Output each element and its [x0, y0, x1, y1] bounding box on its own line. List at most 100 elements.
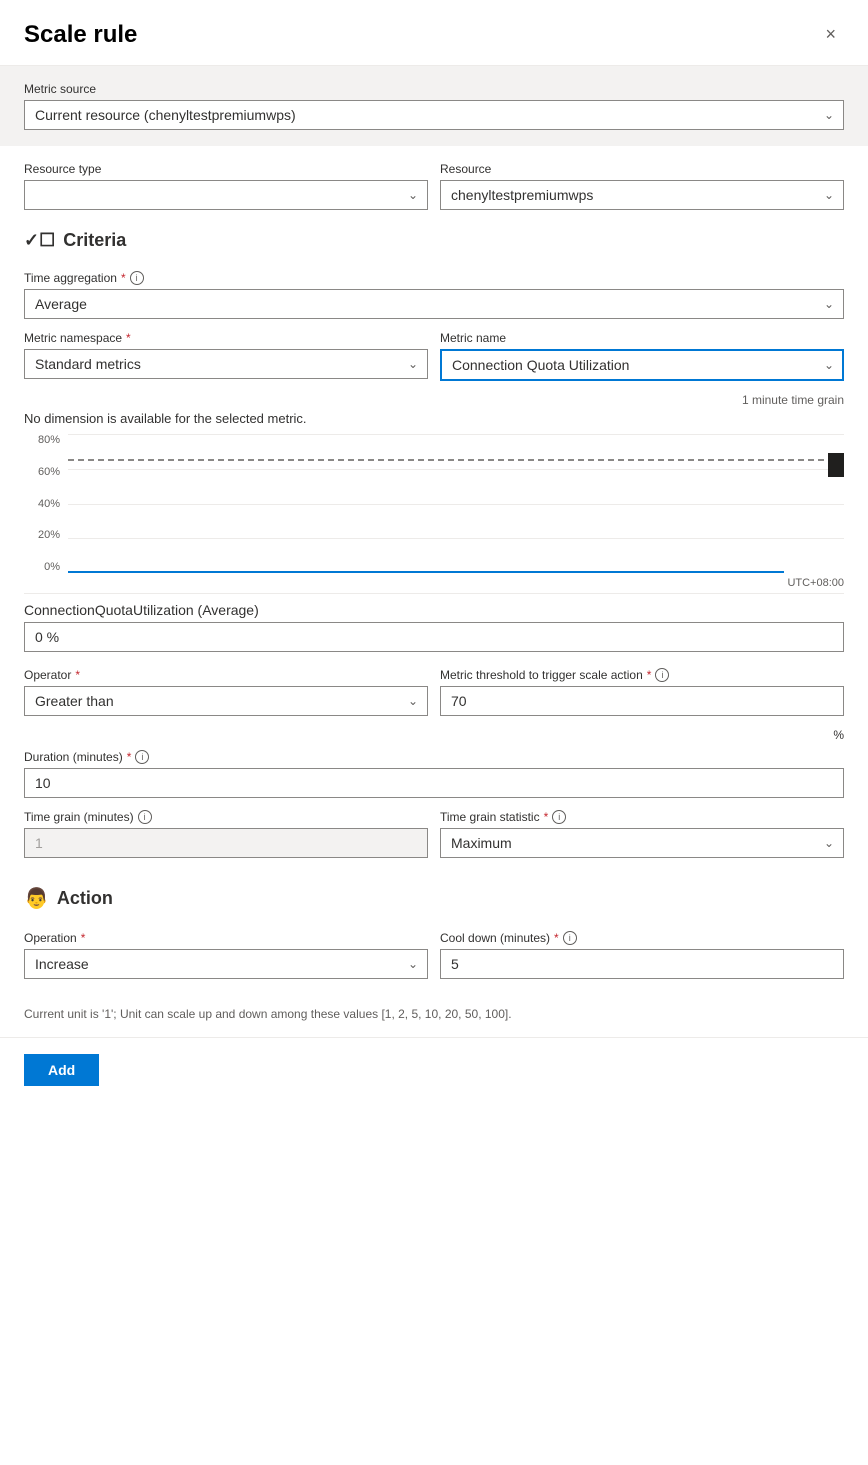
time-grain-statistic-wrapper: Average Minimum Maximum Sum ⌄	[440, 828, 844, 858]
metric-name-wrapper: Connection Quota Utilization ⌄	[440, 349, 844, 381]
resource-type-select[interactable]	[24, 180, 428, 210]
operator-label: Operator *	[24, 668, 428, 682]
operation-field: Operation * Increase Decrease ⌄	[24, 931, 428, 979]
panel-header: Scale rule ×	[0, 0, 868, 66]
criteria-title-text: Criteria	[63, 230, 126, 251]
threshold-field: Metric threshold to trigger scale action…	[440, 668, 844, 716]
action-info-text: Current unit is '1'; Unit can scale up a…	[0, 999, 868, 1037]
time-aggregation-wrapper: Average Minimum Maximum Sum Count Last ⌄	[24, 289, 844, 319]
metric-namespace-select[interactable]: Standard metrics	[24, 349, 428, 379]
time-grain-minutes-input	[24, 828, 428, 858]
time-grain-minutes-label: Time grain (minutes) i	[24, 810, 428, 824]
footer: Add	[0, 1038, 868, 1102]
resource-select[interactable]: chenyltestpremiumwps	[440, 180, 844, 210]
chart-data-line	[68, 571, 784, 573]
close-button[interactable]: ×	[817, 20, 844, 49]
chart-area	[68, 434, 844, 573]
operator-wrapper: Greater than Greater than or equal to Le…	[24, 686, 428, 716]
metric-namespace-label: Metric namespace *	[24, 331, 428, 345]
resource-row: Resource type ⌄ Resource chenyltestpremi…	[24, 162, 844, 210]
time-grain-statistic-required: *	[544, 810, 549, 824]
time-grain-statistic-info-icon[interactable]: i	[552, 810, 566, 824]
scale-rule-panel: Scale rule × Metric source Current resou…	[0, 0, 868, 1182]
cooldown-input[interactable]	[440, 949, 844, 979]
time-aggregation-info-icon[interactable]: i	[130, 271, 144, 285]
operation-cooldown-row: Operation * Increase Decrease ⌄ Cool dow…	[24, 931, 844, 979]
chart-label-60: 60%	[24, 466, 60, 478]
cooldown-label: Cool down (minutes) * i	[440, 931, 844, 945]
operator-field: Operator * Greater than Greater than or …	[24, 668, 428, 716]
metric-source-label: Metric source	[24, 82, 844, 96]
resource-field: Resource chenyltestpremiumwps ⌄	[440, 162, 844, 210]
resource-type-wrapper: ⌄	[24, 180, 428, 210]
cooldown-field: Cool down (minutes) * i	[440, 931, 844, 979]
chart-gridline-20	[68, 538, 844, 539]
threshold-info-icon[interactable]: i	[655, 668, 669, 682]
time-aggregation-select[interactable]: Average Minimum Maximum Sum Count Last	[24, 289, 844, 319]
resource-wrapper: chenyltestpremiumwps ⌄	[440, 180, 844, 210]
time-aggregation-label: Time aggregation * i	[24, 271, 844, 285]
cooldown-required: *	[554, 931, 559, 945]
chart-gridline-40	[68, 504, 844, 505]
action-section-title: 👨 Action	[0, 870, 868, 919]
metric-namespace-field: Metric namespace * Standard metrics ⌄	[24, 331, 428, 381]
duration-info-icon[interactable]: i	[135, 750, 149, 764]
resource-type-label: Resource type	[24, 162, 428, 176]
metric-name-field: Metric name Connection Quota Utilization…	[440, 331, 844, 381]
threshold-input[interactable]	[440, 686, 844, 716]
cooldown-info-icon[interactable]: i	[563, 931, 577, 945]
operation-wrapper: Increase Decrease ⌄	[24, 949, 428, 979]
chart-dashed-threshold-line	[68, 459, 844, 461]
action-icon: 👨	[24, 886, 49, 911]
metric-display-value[interactable]: 0 %	[24, 622, 844, 652]
chart-label-20: 20%	[24, 529, 60, 541]
metric-namespace-name-row: Metric namespace * Standard metrics ⌄ Me…	[24, 331, 844, 381]
chart-black-bar	[828, 453, 844, 477]
operation-label: Operation *	[24, 931, 428, 945]
metric-source-select[interactable]: Current resource (chenyltestpremiumwps)	[24, 100, 844, 130]
time-grain-note: 1 minute time grain	[24, 393, 844, 407]
operator-select[interactable]: Greater than Greater than or equal to Le…	[24, 686, 428, 716]
chart-gridline-80	[68, 434, 844, 435]
time-aggregation-field: Time aggregation * i Average Minimum Max…	[24, 271, 844, 319]
metric-display-label: ConnectionQuotaUtilization (Average)	[24, 602, 844, 618]
panel-title: Scale rule	[24, 21, 137, 49]
duration-input[interactable]	[24, 768, 844, 798]
operator-threshold-row: Operator * Greater than Greater than or …	[24, 668, 844, 716]
no-dimension-message: No dimension is available for the select…	[24, 411, 844, 426]
chart-utc-label: UTC+08:00	[787, 577, 844, 589]
metric-source-wrapper: Current resource (chenyltestpremiumwps) …	[24, 100, 844, 130]
time-grain-statistic-label: Time grain statistic * i	[440, 810, 844, 824]
chart-label-80: 80%	[24, 434, 60, 446]
metric-namespace-required: *	[126, 331, 131, 345]
resource-section: Resource type ⌄ Resource chenyltestpremi…	[0, 146, 868, 858]
duration-field: Duration (minutes) * i	[24, 750, 844, 798]
metric-name-select[interactable]: Connection Quota Utilization	[440, 349, 844, 381]
threshold-label: Metric threshold to trigger scale action…	[440, 668, 844, 682]
threshold-required: *	[647, 668, 652, 682]
threshold-unit: %	[24, 728, 844, 742]
time-grain-minutes-field: Time grain (minutes) i	[24, 810, 428, 858]
duration-label: Duration (minutes) * i	[24, 750, 844, 764]
time-grain-statistic-field: Time grain statistic * i Average Minimum…	[440, 810, 844, 858]
time-grain-minutes-info-icon[interactable]: i	[138, 810, 152, 824]
time-grain-row: Time grain (minutes) i Time grain statis…	[24, 810, 844, 858]
action-title-text: Action	[57, 888, 113, 909]
chart-gridline-60	[68, 469, 844, 470]
resource-type-field: Resource type ⌄	[24, 162, 428, 210]
time-aggregation-required: *	[121, 271, 126, 285]
metric-name-label: Metric name	[440, 331, 844, 345]
criteria-section-title: ✓☐ Criteria	[24, 222, 844, 259]
action-section: Operation * Increase Decrease ⌄ Cool dow…	[0, 931, 868, 999]
add-button[interactable]: Add	[24, 1054, 99, 1086]
metric-namespace-wrapper: Standard metrics ⌄	[24, 349, 428, 379]
resource-label: Resource	[440, 162, 844, 176]
metric-source-section: Metric source Current resource (chenylte…	[0, 66, 868, 146]
time-grain-statistic-select[interactable]: Average Minimum Maximum Sum	[440, 828, 844, 858]
chart-label-40: 40%	[24, 498, 60, 510]
chart-label-0: 0%	[24, 561, 60, 573]
operation-required: *	[81, 931, 86, 945]
operation-select[interactable]: Increase Decrease	[24, 949, 428, 979]
metric-chart: 80% 60% 40% 20% 0% UTC+08:00	[24, 434, 844, 594]
duration-required: *	[127, 750, 132, 764]
